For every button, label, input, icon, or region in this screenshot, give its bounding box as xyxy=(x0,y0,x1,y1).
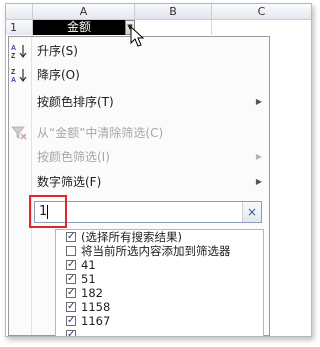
menu-item-label: 按颜色排序(T) xyxy=(37,95,114,109)
filter-values-list: ✓ (选择所有搜索结果) 将当前所选内容添加到筛选器 ✓ 41 ✓ 51 ✓ 1… xyxy=(55,229,264,336)
list-item-label: 1158 xyxy=(81,300,111,314)
cell-c1[interactable] xyxy=(212,20,311,35)
menu-item-clear-filter[interactable]: 从“金额”中清除筛选(C) xyxy=(9,121,267,145)
checkbox[interactable]: ✓ xyxy=(66,288,76,298)
checkbox[interactable] xyxy=(66,246,76,256)
sort-ascending-icon: A Z xyxy=(10,42,28,60)
checkbox[interactable]: ✓ xyxy=(66,260,76,270)
autofilter-menu: A Z 升序(S) Z A 降序(O) 按颜色排序(T) ▶ 从“金额”中清除筛… xyxy=(8,36,270,336)
svg-text:Z: Z xyxy=(11,69,16,76)
checkbox[interactable]: ✓ xyxy=(66,316,76,326)
row-header-1[interactable]: 1 xyxy=(6,20,33,35)
menu-item-filter-by-color[interactable]: 按颜色筛选(I) ▶ xyxy=(9,145,267,169)
svg-text:A: A xyxy=(11,45,16,52)
submenu-arrow-icon: ▶ xyxy=(255,97,262,106)
menu-item-label: 升序(S) xyxy=(37,44,78,58)
sort-descending-icon: Z A xyxy=(10,66,28,84)
menu-item-label: 从“金额”中清除筛选(C) xyxy=(37,126,164,140)
submenu-arrow-icon: ▶ xyxy=(255,177,262,186)
excel-window: A B C 1 金额 ▼ A Z 升序(S) Z A 降序(O) 按颜色排序(T… xyxy=(5,3,312,337)
mouse-cursor-icon xyxy=(130,26,145,47)
column-header-a[interactable]: A xyxy=(33,4,135,20)
list-item-label: 182 xyxy=(81,286,103,300)
list-item-label: (选择所有搜索结果) xyxy=(81,230,182,244)
column-header-c[interactable]: C xyxy=(212,4,311,20)
list-item-label: 将当前所选内容添加到筛选器 xyxy=(81,244,231,258)
checkbox[interactable]: ✓ xyxy=(66,232,76,242)
checkbox[interactable]: ✓ xyxy=(66,302,76,312)
svg-text:Z: Z xyxy=(11,53,16,60)
menu-item-sort-descending[interactable]: Z A 降序(O) xyxy=(9,63,267,87)
list-item-label: 1167 xyxy=(81,314,111,328)
submenu-arrow-icon: ▶ xyxy=(255,152,262,161)
checkbox[interactable]: ✓ xyxy=(66,330,76,336)
menu-item-number-filters[interactable]: 数字筛选(F) ▶ xyxy=(9,170,267,194)
menu-item-sort-by-color[interactable]: 按颜色排序(T) ▶ xyxy=(9,90,267,114)
list-item-label: 41 xyxy=(81,258,96,272)
list-item-label: 51 xyxy=(81,272,96,286)
cell-a1[interactable]: 金额 xyxy=(33,20,125,35)
svg-text:A: A xyxy=(11,77,16,84)
clear-filter-icon xyxy=(10,124,28,142)
highlight-box xyxy=(29,195,67,228)
column-header-b[interactable]: B xyxy=(135,4,212,20)
checkbox[interactable]: ✓ xyxy=(66,274,76,284)
search-input[interactable]: 1 × xyxy=(34,201,262,223)
menu-item-label: 数字筛选(F) xyxy=(37,175,102,189)
cell-b1[interactable] xyxy=(135,20,212,35)
select-all-corner[interactable] xyxy=(6,4,33,20)
clear-search-button[interactable]: × xyxy=(242,202,261,222)
menu-item-label: 降序(O) xyxy=(37,68,80,82)
menu-item-label: 按颜色筛选(I) xyxy=(37,150,110,164)
